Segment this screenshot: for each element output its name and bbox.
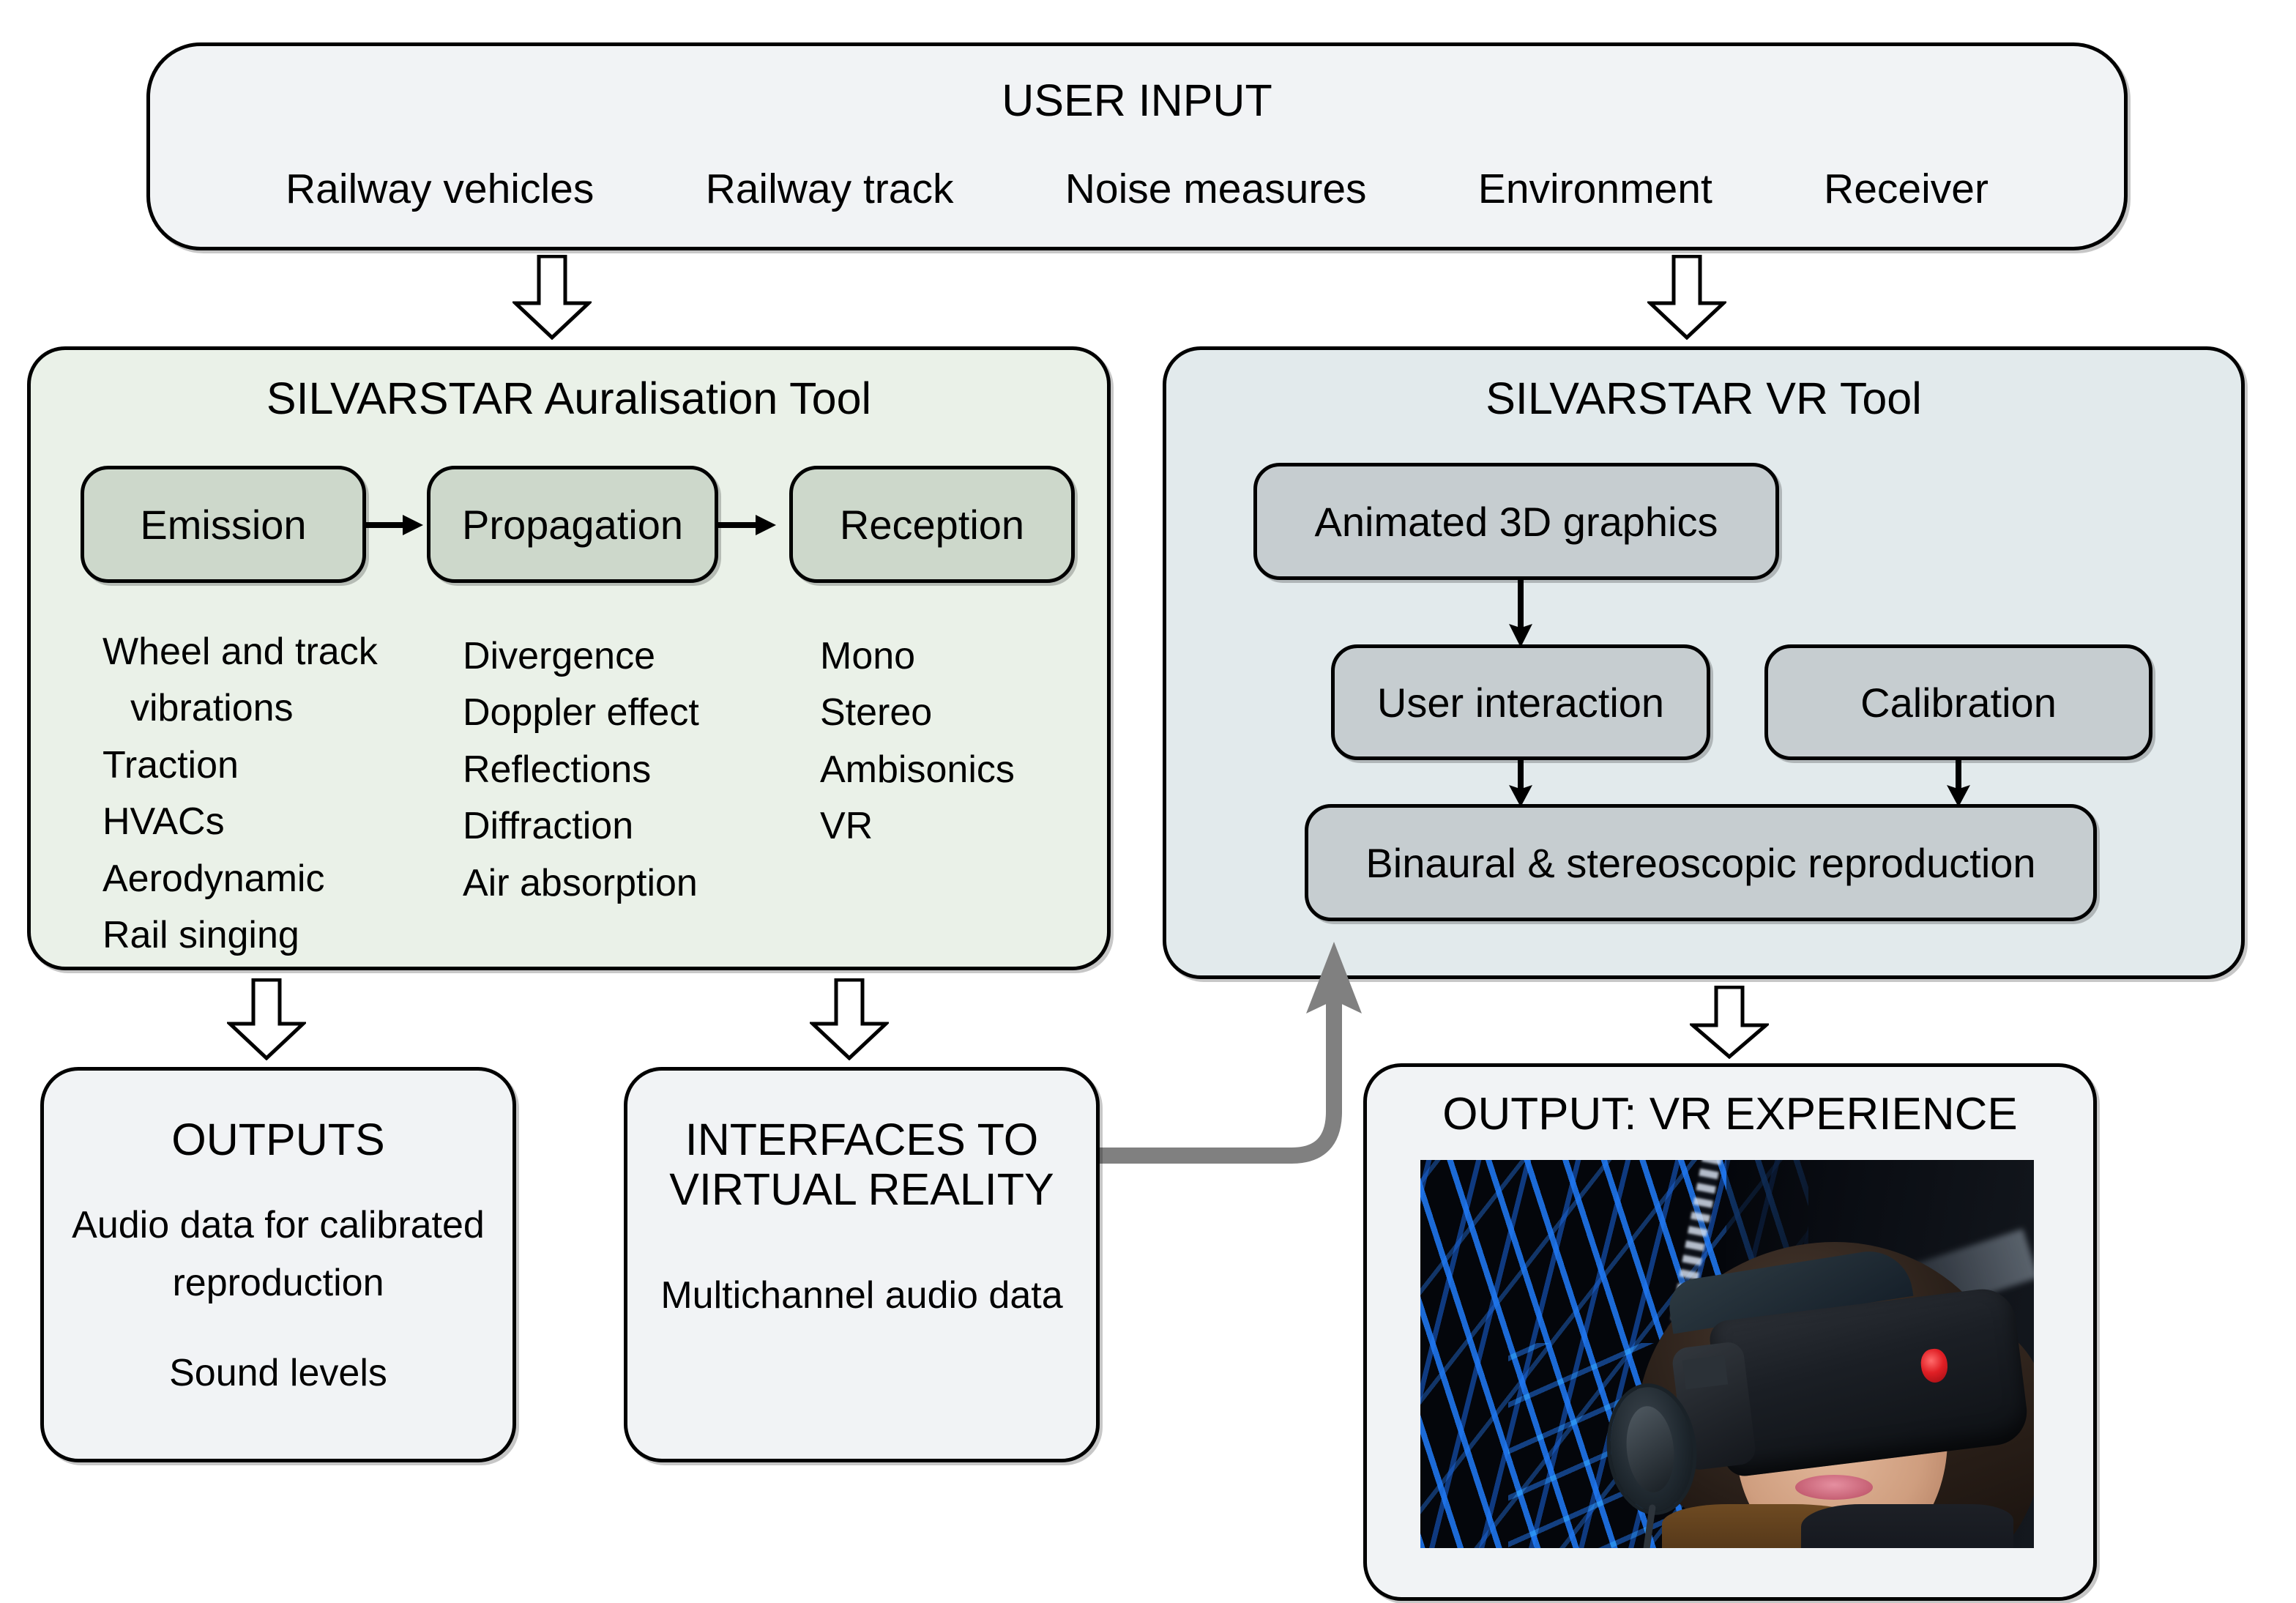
vr-block-calibration[interactable]: Calibration xyxy=(1764,644,2152,760)
vr-block-binaural-stereoscopic-reproduction-label: Binaural & stereoscopic reproduction xyxy=(1365,839,2036,886)
outputs-spacer xyxy=(54,1312,502,1344)
auralisation-propagation-item-0: Divergence xyxy=(463,635,656,677)
outputs-line-list: Audio data for calibrated reproduction S… xyxy=(54,1197,502,1402)
auralisation-emission-item-1: vibrations xyxy=(130,687,294,730)
arrow-down-solid-icon-graphics-to-interaction xyxy=(1509,579,1532,647)
user-input-item-list: Railway vehicles Railway track Noise mea… xyxy=(194,165,2080,213)
vr-block-binaural-stereoscopic-reproduction[interactable]: Binaural & stereoscopic reproduction xyxy=(1305,804,2097,921)
user-input-item-railway-vehicles: Railway vehicles xyxy=(286,165,594,212)
interfaces-title-line-1: INTERFACES TO xyxy=(685,1115,1039,1164)
arrow-down-outline-icon-auralisation-to-interfaces xyxy=(810,978,889,1060)
auralisation-emission-item-5: Rail singing xyxy=(102,914,299,957)
arrow-right-solid-icon-emission-to-propagation xyxy=(365,515,423,535)
outputs-panel: OUTPUTS Audio data for calibrated reprod… xyxy=(40,1067,516,1462)
auralisation-propagation-item-4: Air absorption xyxy=(463,861,698,904)
outputs-line-2: Sound levels xyxy=(169,1352,387,1395)
auralisation-propagation-item-1: Doppler effect xyxy=(463,691,699,734)
user-input-title: USER INPUT xyxy=(1002,75,1272,125)
stage-chip-emission-label: Emission xyxy=(140,501,307,548)
vr-block-user-interaction[interactable]: User interaction xyxy=(1331,644,1710,760)
auralisation-reception-item-0: Mono xyxy=(820,635,916,677)
outputs-line-0: Audio data for calibrated xyxy=(72,1204,485,1246)
auralisation-column-propagation: Divergence Doppler effect Reflections Di… xyxy=(463,628,699,912)
arrow-down-solid-icon-interaction-to-binaural xyxy=(1509,759,1532,807)
stage-chip-reception-label: Reception xyxy=(839,501,1025,548)
vr-headset-photo xyxy=(1420,1160,2034,1548)
auralisation-tool-title: SILVARSTAR Auralisation Tool xyxy=(266,373,872,423)
auralisation-emission-item-3: HVACs xyxy=(102,800,225,844)
arrow-down-outline-icon-user-input-to-vr-tool xyxy=(1647,255,1726,340)
vr-experience-output-title: OUTPUT: VR EXPERIENCE xyxy=(1442,1089,2018,1139)
arrow-down-outline-icon-user-input-to-auralisation xyxy=(512,255,592,340)
interfaces-to-virtual-reality-panel: INTERFACES TO VIRTUAL REALITY Multichann… xyxy=(624,1067,1100,1462)
interfaces-line-list: Multichannel audio data xyxy=(635,1267,1089,1324)
auralisation-emission-item-2: Traction xyxy=(102,743,239,786)
photo-vr-headset-bracket xyxy=(1682,1355,1729,1390)
user-input-item-receiver: Receiver xyxy=(1824,165,1988,212)
auralisation-reception-item-3: VR xyxy=(820,805,873,848)
user-input-item-environment: Environment xyxy=(1477,165,1712,212)
vr-block-animated-3d-graphics-label: Animated 3D graphics xyxy=(1314,498,1718,545)
auralisation-column-emission: Wheel and track vibrations Traction HVAC… xyxy=(102,624,378,964)
stage-chip-propagation[interactable]: Propagation xyxy=(427,466,718,583)
auralisation-reception-item-1: Stereo xyxy=(820,691,933,734)
diagram-canvas: USER INPUT Railway vehicles Railway trac… xyxy=(0,0,2296,1603)
user-input-panel: USER INPUT Railway vehicles Railway trac… xyxy=(146,42,2128,250)
user-input-item-railway-track: Railway track xyxy=(705,165,954,212)
vr-block-user-interaction-label: User interaction xyxy=(1376,679,1665,726)
vr-block-calibration-label: Calibration xyxy=(1860,679,2057,726)
arrow-down-outline-icon-vr-tool-to-vr-output xyxy=(1690,986,1769,1059)
stage-chip-propagation-label: Propagation xyxy=(461,501,683,548)
auralisation-column-reception: Mono Stereo Ambisonics VR xyxy=(820,628,1015,855)
interfaces-line-0: Multichannel audio data xyxy=(660,1274,1063,1317)
outputs-line-1: reproduction xyxy=(172,1262,384,1305)
auralisation-emission-item-4: Aerodynamic xyxy=(102,857,325,900)
outputs-title: OUTPUTS xyxy=(171,1115,385,1164)
auralisation-emission-item-0: Wheel and track xyxy=(102,631,378,673)
vr-tool-title: SILVARSTAR VR Tool xyxy=(1486,373,1922,423)
arrow-down-outline-icon-auralisation-to-outputs xyxy=(227,978,306,1060)
interfaces-title-line-2: VIRTUAL REALITY xyxy=(669,1164,1054,1214)
elbow-arrow-up-icon-interfaces-to-vr-tool xyxy=(1094,942,1362,1164)
user-input-item-noise-measures: Noise measures xyxy=(1065,165,1367,212)
vr-block-animated-3d-graphics[interactable]: Animated 3D graphics xyxy=(1253,463,1779,580)
photo-person-shirt xyxy=(1801,1504,2013,1548)
stage-chip-emission[interactable]: Emission xyxy=(81,466,366,583)
auralisation-propagation-item-3: Diffraction xyxy=(463,805,634,848)
arrow-right-solid-icon-propagation-to-reception xyxy=(718,515,776,535)
auralisation-propagation-item-2: Reflections xyxy=(463,748,652,791)
stage-chip-reception[interactable]: Reception xyxy=(789,466,1075,583)
photo-person-lips xyxy=(1795,1475,1873,1500)
auralisation-reception-item-2: Ambisonics xyxy=(820,748,1015,791)
arrow-down-solid-icon-calibration-to-binaural xyxy=(1947,759,1970,807)
